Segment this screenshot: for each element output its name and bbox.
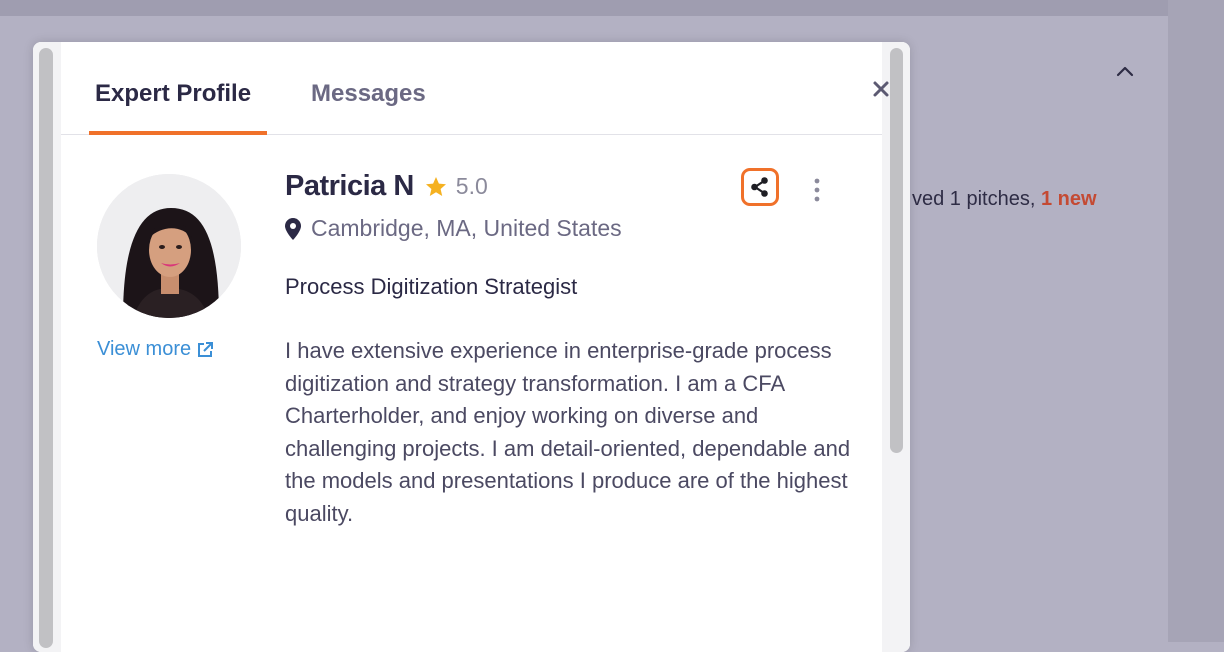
view-more-link[interactable]: View more [97,338,215,361]
location-row: Cambridge, MA, United States [285,215,622,242]
avatar-portrait [97,174,241,318]
location-pin-icon [285,217,301,240]
external-link-icon [198,341,214,357]
profile-name-row: Patricia N 5.0 [285,170,488,203]
right-scrollbar-track [882,42,910,652]
pitches-summary: ved 1 pitches, 1 new [912,188,1097,211]
tab-bar: Expert Profile Messages [61,42,889,135]
expert-location: Cambridge, MA, United States [311,215,622,241]
left-scrollbar-track [33,42,61,652]
close-icon[interactable] [869,77,893,101]
tab-expert-profile[interactable]: Expert Profile [95,80,251,108]
expert-headline: Process Digitization Strategist [285,274,578,299]
share-icon [751,177,768,197]
top-band [0,0,1224,16]
share-button[interactable] [741,168,779,206]
tab-messages[interactable]: Messages [311,80,426,108]
active-tab-indicator [89,131,267,135]
expert-profile-drawer: Expert Profile Messages View more Patric… [33,42,910,652]
chevron-up-icon[interactable] [1114,60,1136,82]
left-scrollbar-thumb[interactable] [39,48,53,648]
new-pitches-link[interactable]: 1 new [1041,188,1097,210]
more-vertical-icon[interactable] [809,176,825,206]
view-more-label: View more [97,338,192,360]
right-scrollbar-thumb[interactable] [890,48,903,453]
expert-name: Patricia N [285,170,414,202]
expert-bio: I have extensive experience in enterpris… [285,338,851,526]
star-icon [425,176,446,196]
avatar [97,174,241,318]
pitches-text: ved 1 pitches, [912,188,1041,210]
rating-value: 5.0 [455,173,488,199]
background-right-column [1168,0,1224,642]
